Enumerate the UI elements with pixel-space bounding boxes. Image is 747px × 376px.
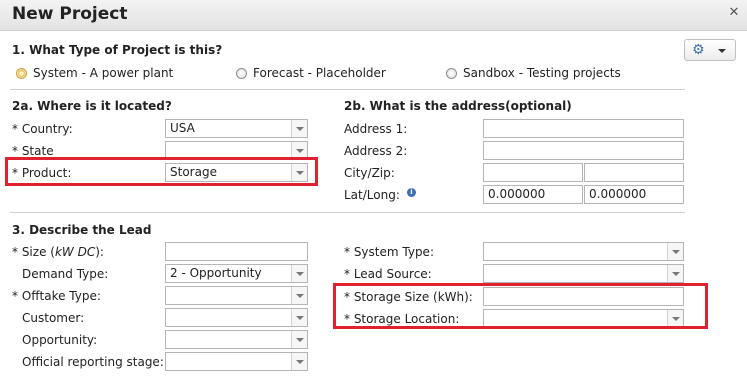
country-label: * Country: [12,122,73,136]
offtake-type-label: * Offtake Type: [12,289,101,303]
settings-menu-button[interactable]: ⚙ [684,39,736,61]
state-label: * State [12,144,54,158]
address2-input[interactable] [483,141,684,160]
section-project-type-heading: 1. What Type of Project is this? [12,43,223,57]
highlight-box-product [5,157,318,186]
address1-input[interactable] [483,119,684,138]
reporting-stage-select[interactable] [165,352,308,371]
demand-type-select[interactable]: 2 - Opportunity [165,264,308,283]
opportunity-label: Opportunity: [22,333,98,347]
radio-button-system[interactable] [16,68,27,79]
cityzip-label: City/Zip: [344,166,395,180]
country-select[interactable]: USA [165,119,308,138]
chevron-down-icon [718,49,726,53]
system-type-select[interactable] [483,242,684,261]
info-icon[interactable]: i [407,188,416,197]
longitude-value: 0.000000 [589,187,647,201]
system-type-label: * System Type: [344,245,434,259]
close-icon[interactable]: ✕ [727,6,741,20]
customer-label: Customer: [22,311,85,325]
dialog-title: New Project [12,4,128,24]
gear-icon: ⚙ [692,42,705,58]
chevron-down-icon[interactable] [291,331,307,348]
reporting-stage-label: Official reporting stage: [22,355,164,369]
section-address-heading: 2b. What is the address(optional) [344,99,572,113]
address1-label: Address 1: [344,122,408,136]
size-input[interactable] [165,242,308,261]
size-label-suffix: ): [95,245,104,259]
section-lead-heading: 3. Describe the Lead [12,223,152,237]
offtake-type-select[interactable] [165,286,308,305]
chevron-down-icon[interactable] [291,309,307,326]
opportunity-select[interactable] [165,330,308,349]
chevron-down-icon[interactable] [291,120,307,137]
radio-label-forecast[interactable]: Forecast - Placeholder [253,66,386,80]
lead-source-select[interactable] [483,264,684,283]
zip-input[interactable] [584,163,684,182]
radio-button-forecast[interactable] [236,68,247,79]
divider [10,89,685,90]
chevron-down-icon[interactable] [667,243,683,260]
country-select-value: USA [170,121,195,135]
demand-type-value: 2 - Opportunity [170,266,262,280]
chevron-down-icon[interactable] [291,287,307,304]
size-label: * Size (kW DC): [12,245,104,259]
radio-label-sandbox[interactable]: Sandbox - Testing projects [463,66,621,80]
lead-source-label: * Lead Source: [344,267,432,281]
demand-type-label: Demand Type: [22,267,109,281]
latitude-value: 0.000000 [488,187,546,201]
city-input[interactable] [483,163,583,182]
address2-label: Address 2: [344,144,408,158]
radio-button-sandbox[interactable] [446,68,457,79]
title-bar: New Project ✕ [0,0,747,31]
section-location-heading: 2a. Where is it located? [12,99,172,113]
chevron-down-icon[interactable] [291,265,307,282]
highlight-box-storage [333,283,708,329]
chevron-down-icon[interactable] [667,265,683,282]
customer-select[interactable] [165,308,308,327]
chevron-down-icon[interactable] [291,353,307,370]
latlong-label: Lat/Long: [344,188,400,202]
latitude-input[interactable]: 0.000000 [483,185,583,204]
longitude-input[interactable]: 0.000000 [584,185,684,204]
size-label-unit: kW DC [54,245,96,259]
size-label-prefix: * Size ( [12,245,55,259]
divider [10,212,685,213]
radio-label-system[interactable]: System - A power plant [33,66,173,80]
